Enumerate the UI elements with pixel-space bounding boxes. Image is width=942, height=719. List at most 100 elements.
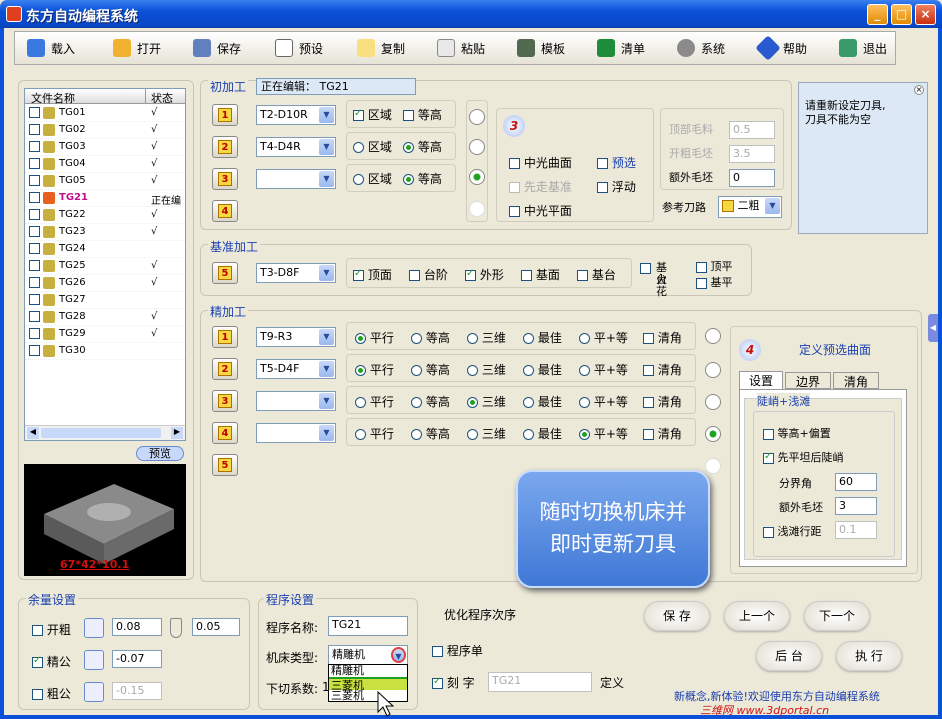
system-button[interactable]: 系统 xyxy=(671,34,725,62)
contour-option[interactable] xyxy=(403,142,414,153)
ref-tool-select[interactable]: 二粗 ▼ xyxy=(718,196,782,218)
preview-button[interactable]: 预览 xyxy=(136,446,184,461)
scroll-right-icon[interactable]: ▶ xyxy=(171,427,183,439)
boundary-angle-field[interactable]: 60 xyxy=(835,473,877,491)
row-checkbox[interactable] xyxy=(29,294,40,305)
load-button[interactable]: 载入 xyxy=(21,34,75,62)
base-flat-checkbox[interactable] xyxy=(696,277,707,289)
finish-option[interactable] xyxy=(411,365,422,376)
list-item[interactable]: TG02 √ xyxy=(25,122,185,139)
finish-option[interactable] xyxy=(355,365,366,376)
finish-option[interactable] xyxy=(643,397,654,408)
finish-select-5[interactable] xyxy=(705,458,721,474)
finish-option[interactable] xyxy=(355,429,366,440)
top-flat-checkbox[interactable] xyxy=(696,261,707,273)
chevron-down-icon[interactable]: ▼ xyxy=(319,329,334,345)
mid-light-surface-checkbox[interactable] xyxy=(509,158,520,169)
contour-offset-checkbox[interactable] xyxy=(763,428,774,440)
row-checkbox[interactable] xyxy=(29,345,40,356)
finish-step-3-button[interactable]: 3 xyxy=(212,390,238,412)
define-extra-stock-field[interactable]: 3 xyxy=(835,497,877,515)
row-checkbox[interactable] xyxy=(29,175,40,186)
rough-select-4[interactable] xyxy=(469,201,485,217)
rough-select-3[interactable] xyxy=(469,169,485,185)
rough-step-4-button[interactable]: 4 xyxy=(212,200,238,222)
finish-option[interactable] xyxy=(643,365,654,376)
finish-select-1[interactable] xyxy=(705,328,721,344)
chevron-down-icon[interactable]: ▼ xyxy=(319,139,334,155)
finish-step-4-button[interactable]: 4 xyxy=(212,422,238,444)
program-name-field[interactable]: TG21 xyxy=(328,616,408,636)
save-button[interactable]: 保 存 xyxy=(644,601,710,631)
top-face-checkbox[interactable] xyxy=(353,268,364,281)
list-item[interactable]: TG28 √ xyxy=(25,309,185,326)
row-checkbox[interactable] xyxy=(29,124,40,135)
finish-option[interactable] xyxy=(467,333,478,344)
engrave-checkbox[interactable] xyxy=(432,676,443,689)
finish-option[interactable] xyxy=(467,397,478,408)
col-status[interactable]: 状态 xyxy=(151,90,173,106)
row-checkbox[interactable] xyxy=(29,141,40,152)
scroll-left-icon[interactable]: ◀ xyxy=(27,427,39,439)
finish-option[interactable] xyxy=(467,365,478,376)
margin-checkbox[interactable] xyxy=(32,655,43,668)
margin-value-field-2[interactable]: 0.05 xyxy=(192,618,240,636)
minimize-button[interactable]: _ xyxy=(867,4,888,25)
rough-step-2-button[interactable]: 2 xyxy=(212,136,238,158)
maximize-button[interactable]: □ xyxy=(891,4,912,25)
extra-stock-field[interactable]: 0 xyxy=(729,169,775,187)
program-list-checkbox[interactable] xyxy=(432,646,443,657)
finish-option[interactable] xyxy=(523,333,534,344)
horizontal-scrollbar[interactable]: ◀ ▶ xyxy=(25,425,185,440)
list-item[interactable]: TG03 √ xyxy=(25,139,185,156)
finish-option[interactable] xyxy=(643,333,654,344)
row-checkbox[interactable] xyxy=(29,226,40,237)
row-checkbox[interactable] xyxy=(29,107,40,118)
margin-value-field[interactable]: 0.08 xyxy=(112,618,162,636)
help-button[interactable]: 帮助 xyxy=(753,34,807,62)
row-checkbox[interactable] xyxy=(29,243,40,254)
finish-select-2[interactable] xyxy=(705,362,721,378)
finish-tool-select[interactable]: ▼ xyxy=(256,391,336,411)
list-item[interactable]: TG27 xyxy=(25,292,185,309)
background-button[interactable]: 后 台 xyxy=(756,641,822,671)
finish-select-3[interactable] xyxy=(705,394,721,410)
margin-value-field[interactable]: -0.07 xyxy=(112,650,162,668)
copy-button[interactable]: 复制 xyxy=(351,34,405,62)
finish-tool-select[interactable]: T9-R3 ▼ xyxy=(256,327,336,347)
flat-first-checkbox[interactable] xyxy=(763,451,774,464)
engrave-field[interactable]: TG21 xyxy=(488,672,592,692)
file-list[interactable]: 文件名称 状态 TG01 √ TG02 √ TG03 √ TG04 √ TG05 √ TG21 正在编… xyxy=(24,88,186,441)
list-item[interactable]: TG21 正在编 xyxy=(25,190,185,207)
step-checkbox[interactable] xyxy=(409,270,420,281)
list-item[interactable]: TG22 √ xyxy=(25,207,185,224)
list-item[interactable]: TG30 xyxy=(25,343,185,360)
margin-checkbox[interactable] xyxy=(32,625,43,636)
machine-type-select[interactable]: 精雕机 ▼ xyxy=(328,645,408,665)
row-checkbox[interactable] xyxy=(29,328,40,339)
chevron-down-icon[interactable]: ▼ xyxy=(319,425,334,441)
region-option[interactable] xyxy=(353,142,364,153)
list-item[interactable]: TG26 √ xyxy=(25,275,185,292)
list-item[interactable]: TG29 √ xyxy=(25,326,185,343)
list-item[interactable]: TG05 √ xyxy=(25,173,185,190)
chevron-down-icon[interactable]: ▼ xyxy=(319,107,334,123)
paste-button[interactable]: 粘贴 xyxy=(431,34,485,62)
collapse-side-icon[interactable]: ◀ xyxy=(928,314,938,342)
base-spark-option[interactable]: 基台 火花 xyxy=(640,262,667,298)
margin-value-field[interactable]: -0.15 xyxy=(112,682,162,700)
row-checkbox[interactable] xyxy=(29,260,40,271)
finish-option[interactable] xyxy=(523,397,534,408)
rough-tool-select[interactable]: T2-D10R ▼ xyxy=(256,105,336,125)
chevron-down-icon[interactable]: ▼ xyxy=(319,393,334,409)
chevron-down-icon[interactable]: ▼ xyxy=(319,361,334,377)
finish-option[interactable] xyxy=(411,397,422,408)
finish-option[interactable] xyxy=(643,429,654,440)
template-button[interactable]: 模板 xyxy=(511,34,565,62)
list-item[interactable]: TG24 xyxy=(25,241,185,258)
open-button[interactable]: 打开 xyxy=(107,34,161,62)
finish-step-2-button[interactable]: 2 xyxy=(212,358,238,380)
base-tool-select[interactable]: T3-D8F ▼ xyxy=(256,263,336,283)
finish-option[interactable] xyxy=(579,397,590,408)
top-stock-field[interactable]: 0.5 xyxy=(729,121,775,139)
